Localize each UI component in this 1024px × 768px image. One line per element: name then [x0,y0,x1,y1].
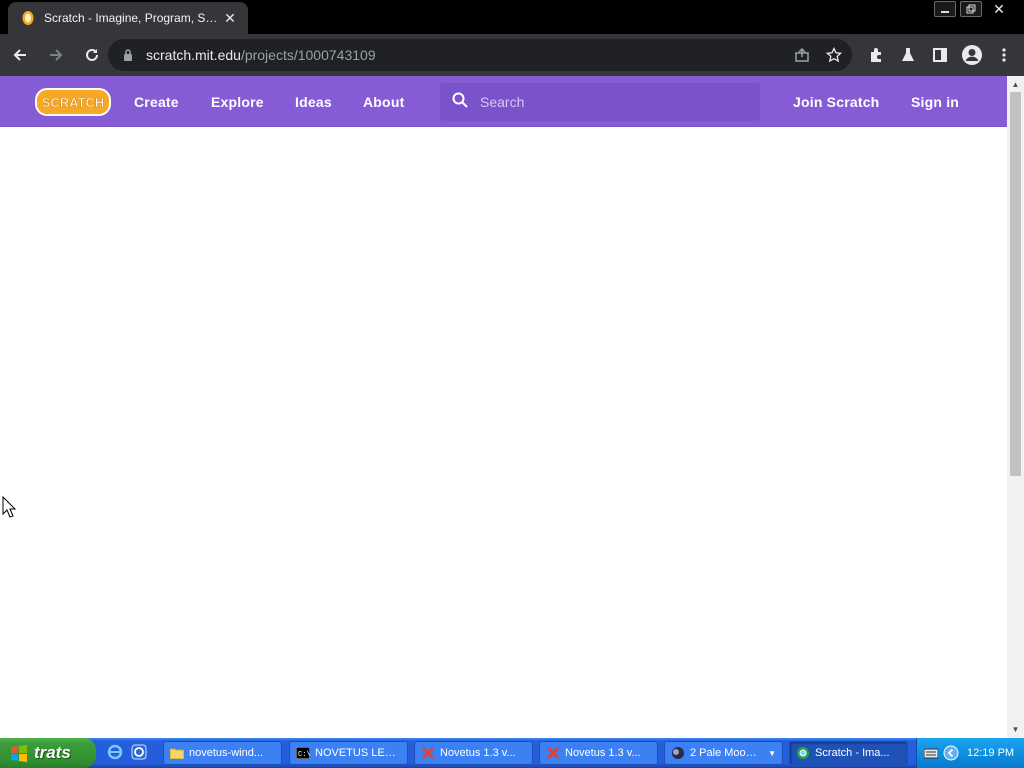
scratch-search-box[interactable] [440,83,760,121]
task-label: Novetus 1.3 v... [565,747,641,759]
task-label: 2 Pale Moon ... [690,747,763,759]
console-icon: C:\ [296,746,310,760]
scrollbar-thumb[interactable] [1010,92,1021,476]
nav-explore-link[interactable]: Explore [211,76,264,127]
windows-flag-icon [11,745,27,762]
task-button-folder[interactable]: novetus-wind... [163,741,282,765]
scratch-navbar: SCRATCH Create Explore Ideas About Join … [0,76,1007,127]
task-button-console[interactable]: C:\ NOVETUS LEG... [289,741,408,765]
browser-tab-strip: Scratch - Imagine, Program, Share ✕ ✕ [0,0,1024,34]
browser-tab-scratch[interactable]: Scratch - Imagine, Program, Share ✕ [8,2,248,34]
nav-about-link[interactable]: About [363,76,404,127]
scratch-favicon-icon [20,10,36,26]
scroll-down-arrow-icon[interactable]: ▼ [1011,725,1020,734]
keyboard-icon[interactable] [923,745,939,761]
share-icon[interactable] [790,43,814,67]
extensions-puzzle-icon[interactable] [860,39,892,71]
lock-icon[interactable] [120,47,136,63]
group-dropdown-arrow-icon[interactable]: ▼ [768,749,776,758]
omnibox-actions [790,43,846,67]
novetus-icon [421,746,435,760]
url-path: /projects/1000743109 [240,47,376,63]
task-button-novetus-2[interactable]: Novetus 1.3 v... [539,741,658,765]
url-host: scratch.mit.edu [146,47,241,63]
browser-quicklaunch-icon[interactable] [130,743,148,761]
task-button-novetus-1[interactable]: Novetus 1.3 v... [414,741,533,765]
nav-create-link[interactable]: Create [134,76,179,127]
sign-in-link[interactable]: Sign in [911,76,959,127]
restore-button[interactable] [960,1,982,17]
address-bar[interactable]: scratch.mit.edu/projects/1000743109 [108,39,852,71]
join-scratch-link[interactable]: Join Scratch [793,76,879,127]
mouse-cursor-icon [2,495,17,518]
side-panel-icon[interactable] [924,39,956,71]
chrome-icon [796,746,810,760]
scratch-logo-text: SCRATCH [42,95,105,110]
reload-button[interactable] [76,39,108,71]
task-label: Novetus 1.3 v... [440,747,516,759]
search-icon [452,92,468,113]
start-button[interactable]: trats [0,738,96,768]
bookmark-star-icon[interactable] [822,43,846,67]
start-label: trats [34,743,71,762]
task-button-scratch[interactable]: Scratch - Ima... [789,741,908,765]
tab-title: Scratch - Imagine, Program, Share [44,11,222,25]
search-input[interactable] [478,93,738,111]
scratch-logo[interactable]: SCRATCH [34,87,112,117]
tab-close-icon[interactable]: ✕ [222,10,238,26]
task-button-palemoon[interactable]: 2 Pale Moon ... ▼ [664,741,783,765]
close-window-button[interactable]: ✕ [986,1,1012,17]
forward-button[interactable] [40,39,72,71]
nav-ideas-link[interactable]: Ideas [295,76,332,127]
labs-flask-icon[interactable] [892,39,924,71]
browser-menu-icon[interactable] [988,39,1020,71]
profile-avatar-icon[interactable] [956,39,988,71]
browser-toolbar: scratch.mit.edu/projects/1000743109 [0,34,1024,76]
task-label: Scratch - Ima... [815,747,890,759]
page-scrollbar[interactable]: ▲ ▼ [1007,76,1024,738]
folder-icon [170,746,184,760]
clock[interactable]: 12:19 PM [967,747,1014,759]
quick-launch [106,743,148,761]
task-label: novetus-wind... [189,747,263,759]
system-tray: 12:19 PM [916,738,1024,768]
palemoon-icon [671,746,685,760]
svg-text:C:\: C:\ [298,751,310,759]
extension-icons [860,39,1020,71]
internet-explorer-icon[interactable] [106,743,124,761]
tray-expand-icon[interactable] [943,745,959,761]
windows-taskbar: trats novetus-wind... C:\ NOVETUS LEG...… [0,738,1024,768]
task-label: NOVETUS LEG... [315,747,401,759]
page-viewport: SCRATCH Create Explore Ideas About Join … [0,76,1007,738]
scroll-up-arrow-icon[interactable]: ▲ [1011,80,1020,89]
novetus-icon [546,746,560,760]
back-button[interactable] [4,39,36,71]
window-controls: ✕ [934,0,1012,18]
minimize-button[interactable] [934,1,956,17]
